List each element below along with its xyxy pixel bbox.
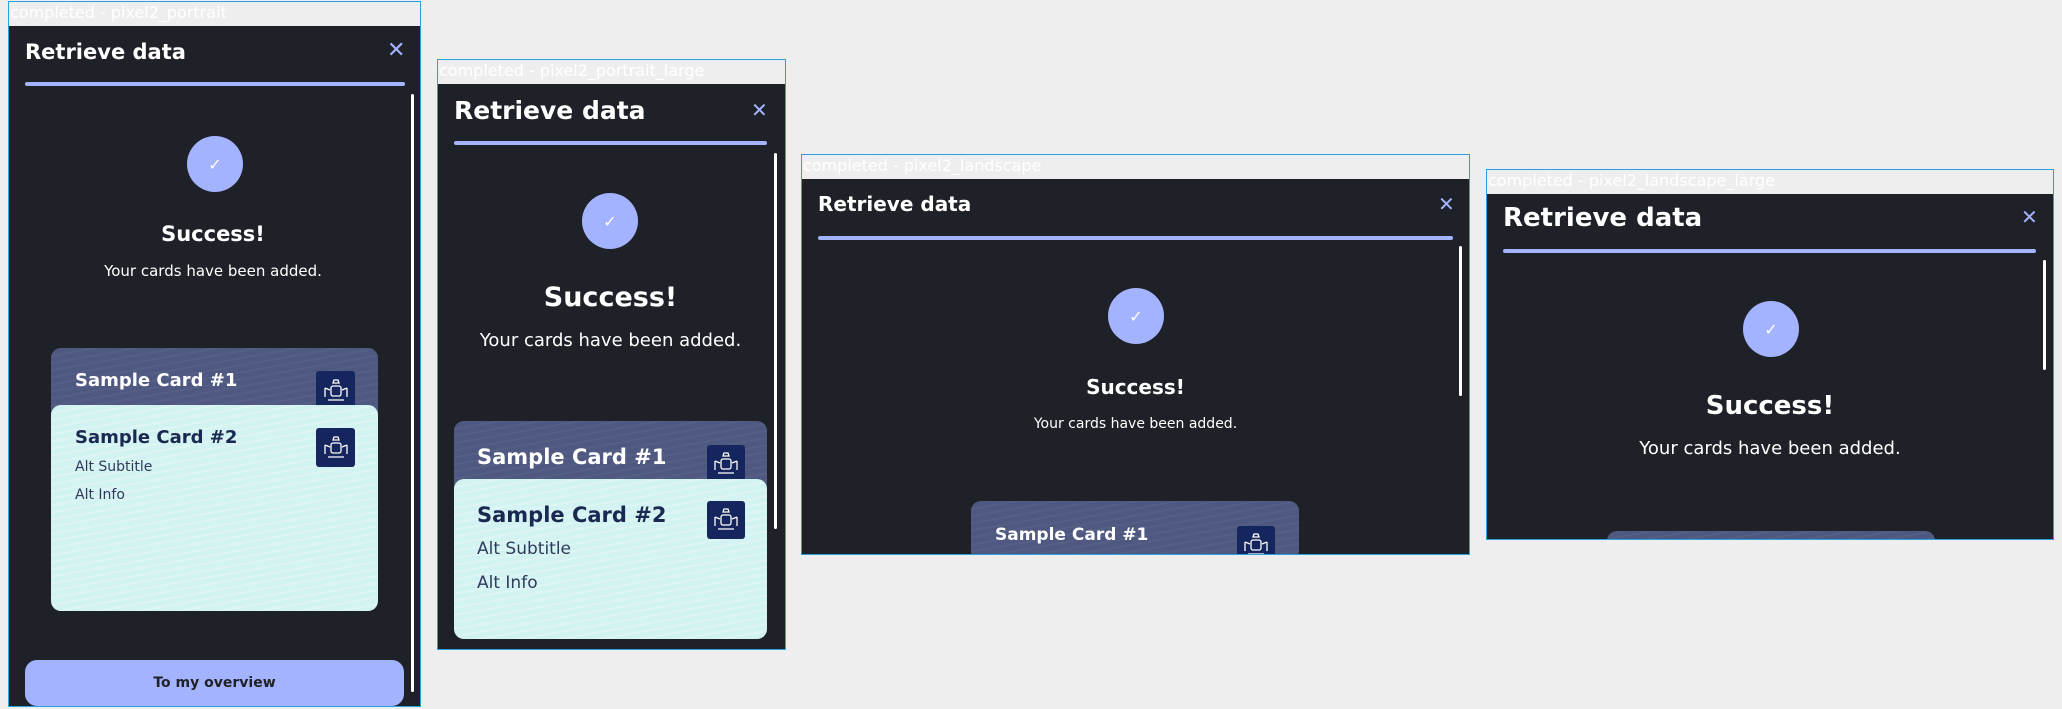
page-title: Retrieve data	[25, 40, 186, 64]
card-2-info: Alt Info	[75, 487, 125, 503]
frame-label: completed - pixel2_landscape	[803, 156, 1042, 175]
close-icon[interactable]: ✕	[751, 100, 768, 120]
card-1[interactable]	[1607, 531, 1935, 539]
success-heading: Success!	[543, 282, 678, 313]
screen: Retrieve data ✕ ✓ Success! Your cards ha…	[1487, 194, 2053, 539]
to-overview-button[interactable]: To my overview	[25, 660, 404, 706]
success-message: Your cards have been added.	[104, 262, 322, 280]
close-icon[interactable]: ✕	[1438, 194, 1455, 214]
coat-of-arms-icon	[316, 428, 355, 467]
frame-label: completed - pixel2_landscape_large	[1488, 171, 1775, 190]
card-2-title: Sample Card #2	[477, 503, 667, 527]
frame-label: completed - pixel2_portrait_large	[439, 61, 705, 80]
success-checkmark-icon: ✓	[187, 136, 243, 192]
card-2[interactable]: Sample Card #2 Alt Subtitle Alt Info	[454, 479, 767, 639]
progress-bar	[25, 82, 405, 86]
coat-of-arms-icon	[1237, 526, 1275, 554]
scrollbar[interactable]	[2043, 260, 2046, 370]
close-icon[interactable]: ✕	[387, 40, 405, 62]
card-2-info: Alt Info	[477, 573, 538, 593]
scrollbar[interactable]	[1459, 246, 1462, 396]
card-2-title: Sample Card #2	[75, 427, 238, 448]
success-heading: Success!	[161, 222, 265, 246]
frame-pixel2-portrait-large: completed - pixel2_portrait_large Retrie…	[437, 59, 786, 650]
frame-pixel2-portrait: completed - pixel2_portrait Retrieve dat…	[8, 1, 421, 707]
card-2-subtitle: Alt Subtitle	[75, 459, 153, 475]
progress-bar	[1503, 249, 2036, 253]
screen: Retrieve data ✕ ✓ Success! Your cards ha…	[9, 26, 420, 706]
scrollbar[interactable]	[411, 94, 414, 692]
page-title: Retrieve data	[454, 96, 646, 125]
page-title: Retrieve data	[818, 192, 972, 216]
card-1-title: Sample Card #1	[75, 370, 238, 391]
card-2[interactable]: Sample Card #2 Alt Subtitle Alt Info	[51, 405, 378, 611]
success-checkmark-icon: ✓	[582, 193, 638, 249]
progress-bar	[454, 141, 767, 145]
close-icon[interactable]: ✕	[2021, 207, 2038, 227]
success-heading: Success!	[1705, 391, 1835, 421]
progress-bar	[818, 236, 1453, 240]
card-1[interactable]: Sample Card #1	[971, 501, 1299, 554]
frame-pixel2-landscape-large: completed - pixel2_landscape_large Retri…	[1486, 169, 2054, 540]
success-message: Your cards have been added.	[1033, 416, 1238, 432]
page-title: Retrieve data	[1503, 203, 1703, 233]
frame-label: completed - pixel2_portrait	[10, 3, 227, 22]
screen: Retrieve data ✕ ✓ Success! Your cards ha…	[802, 179, 1469, 554]
success-checkmark-icon: ✓	[1108, 288, 1164, 344]
card-1-title: Sample Card #1	[477, 445, 667, 469]
coat-of-arms-icon	[707, 501, 745, 539]
card-2-subtitle: Alt Subtitle	[477, 539, 572, 559]
success-message: Your cards have been added.	[479, 330, 742, 351]
coat-of-arms-icon	[707, 445, 745, 483]
success-checkmark-icon: ✓	[1743, 301, 1799, 357]
card-1-title: Sample Card #1	[995, 525, 1149, 545]
success-heading: Success!	[1086, 375, 1185, 399]
success-message: Your cards have been added.	[1639, 438, 1901, 459]
frame-pixel2-landscape: completed - pixel2_landscape Retrieve da…	[801, 154, 1470, 555]
screen: Retrieve data ✕ ✓ Success! Your cards ha…	[438, 84, 785, 649]
